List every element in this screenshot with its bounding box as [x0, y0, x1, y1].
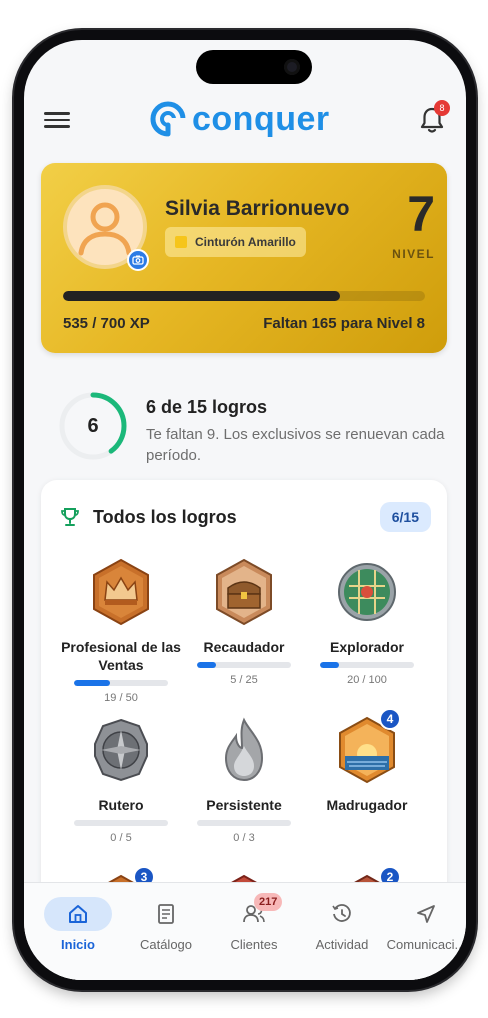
achievement-progress-fill — [74, 680, 110, 686]
bottom-navigation: Inicio Catálogo 217 Clientes Actividad C… — [24, 882, 466, 980]
achievement-madrugador[interactable]: 4 Madrugador — [307, 708, 427, 814]
achievement-progress-text: 20 / 100 — [347, 674, 387, 686]
achievement-profesional-ventas[interactable]: Profesional de las Ventas 19 / 50 — [61, 558, 181, 704]
belt-color-swatch — [175, 236, 187, 248]
treasure-chest-icon — [216, 558, 272, 626]
achievement-progress-fill — [320, 662, 339, 668]
profile-card[interactable]: Silvia Barrionuevo Cinturón Amarillo 7 N… — [41, 163, 447, 353]
achievement-label: Explorador — [330, 639, 404, 655]
app-screen: conquer 8 Silvia Barrionuevo Cinturón Am… — [24, 40, 466, 980]
achievement-progress-text: 19 / 50 — [104, 692, 138, 704]
ring-value: 6 — [87, 414, 99, 437]
map-medal-icon — [338, 563, 396, 621]
logo-text: conquer — [192, 99, 330, 138]
achievement-progress-bar — [197, 662, 291, 668]
xp-remaining-text: Faltan 165 para Nivel 8 — [263, 315, 425, 332]
belt-label: Cinturón Amarillo — [195, 235, 296, 249]
achievements-title: Todos los logros — [93, 506, 237, 527]
history-clock-icon — [332, 904, 351, 922]
catalog-book-icon — [158, 904, 174, 924]
nav-item-clientes[interactable]: 217 Clientes — [210, 893, 298, 952]
achievement-progress-text: 0 / 5 — [110, 832, 132, 844]
achievement-count-badge: 4 — [379, 708, 401, 730]
nav-label: Catálogo — [139, 937, 193, 952]
level-label: NIVEL — [392, 247, 435, 261]
achievements-header: Todos los logros — [59, 506, 237, 528]
notifications-button[interactable]: 8 — [416, 100, 450, 136]
user-name: Silvia Barrionuevo — [165, 197, 350, 220]
dynamic-island — [196, 50, 312, 84]
achievement-progress-text: 5 / 25 — [230, 674, 258, 686]
achievement-label: Madrugador — [326, 797, 408, 813]
flame-icon — [224, 717, 264, 782]
achievement-label: Persistente — [206, 797, 282, 813]
level-number: 7 — [407, 186, 435, 242]
belt-badge: Cinturón Amarillo — [165, 227, 306, 257]
achievement-progress-bar — [74, 820, 168, 826]
achievement-label: Profesional de las Ventas — [61, 639, 181, 673]
nav-item-actividad[interactable]: Actividad — [298, 897, 386, 952]
nav-item-comunicaciones[interactable]: Comunicaci... — [382, 897, 466, 952]
home-icon — [69, 905, 87, 923]
phone-frame: conquer 8 Silvia Barrionuevo Cinturón Am… — [14, 30, 476, 990]
achievements-count-badge: 6/15 — [379, 502, 431, 532]
nav-label: Comunicaci... — [386, 937, 466, 952]
xp-progress-fill — [63, 291, 340, 301]
app-logo: conquer — [150, 98, 330, 140]
notification-count-badge: 8 — [434, 100, 450, 116]
xp-text: 535 / 700 XP — [63, 315, 150, 332]
trophy-icon — [61, 508, 79, 526]
hamburger-menu-icon[interactable] — [44, 108, 70, 130]
change-photo-button[interactable] — [127, 249, 149, 271]
achievement-label: Recaudador — [203, 639, 285, 655]
nav-item-catalogo[interactable]: Catálogo — [122, 897, 210, 952]
nav-label: Actividad — [315, 937, 369, 952]
achievement-progress-bar — [74, 680, 168, 686]
compass-medal-icon — [94, 718, 148, 782]
achievement-persistente[interactable]: Persistente 0 / 3 — [184, 716, 304, 844]
achievement-label: Rutero — [98, 797, 144, 813]
camera-icon — [132, 255, 144, 265]
summary-title: 6 de 15 logros — [146, 397, 268, 417]
conquer-logo-icon — [150, 101, 186, 137]
achievement-explorador[interactable]: Explorador 20 / 100 — [307, 558, 427, 686]
achievement-progress-bar — [197, 820, 291, 826]
achievement-recaudador[interactable]: Recaudador 5 / 25 — [184, 558, 304, 686]
xp-progress-bar — [63, 291, 425, 301]
nav-item-inicio[interactable]: Inicio — [34, 897, 122, 952]
achievements-progress-ring: 6 — [58, 391, 128, 461]
nav-label: Inicio — [61, 937, 95, 952]
achievement-progress-fill — [197, 662, 216, 668]
achievement-progress-text: 0 / 3 — [233, 832, 255, 844]
camera-icon — [284, 59, 300, 75]
crown-medal-icon — [93, 558, 149, 626]
achievement-rutero[interactable]: Rutero 0 / 5 — [61, 716, 181, 844]
send-navigation-icon — [417, 905, 435, 923]
achievement-progress-bar — [320, 662, 414, 668]
summary-subtitle: Te faltan 9. Los exclusivos se renuevan … — [146, 426, 445, 464]
nav-label: Clientes — [230, 937, 278, 952]
clients-count-badge: 217 — [254, 893, 283, 911]
